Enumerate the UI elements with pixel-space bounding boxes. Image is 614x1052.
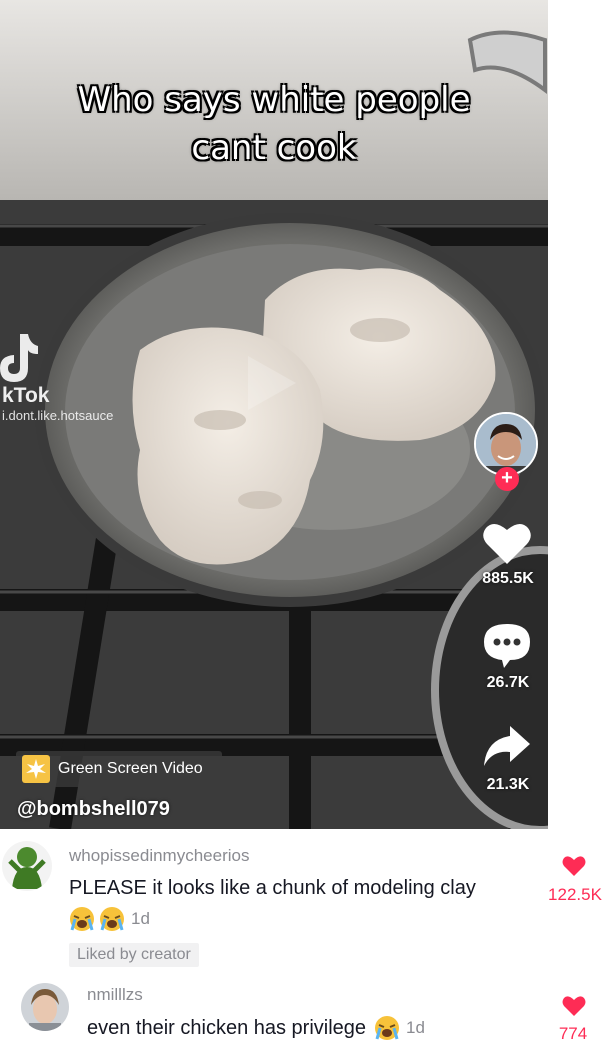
follow-button[interactable]: + [495,467,519,491]
tiktok-logo-icon [0,334,38,382]
liked-by-creator-badge: Liked by creator [69,943,199,967]
green-screen-effect-icon [22,755,50,783]
watermark-username: i.dont.like.hotsauce [2,408,114,423]
effect-label: Green Screen Video [58,760,203,777]
comments-section: whopissedinmycheerios PLEASE it looks li… [0,829,614,1052]
loudly-crying-face-icon [70,907,94,931]
comment-username[interactable]: whopissedinmycheerios [69,846,249,866]
commenter-avatar-image [2,841,52,891]
loudly-crying-face-icon [100,907,124,931]
video-player[interactable]: Who says white people cant cook kTok i.d… [0,0,548,829]
comment-text: even their chicken has privilege [87,1016,367,1039]
loudly-crying-face-icon [375,1016,400,1040]
caption-line-1: Who says white people [77,80,471,120]
comment-body: even their chicken has privilege 1d [87,1015,425,1041]
comment-like-count: 122.5K [548,885,602,904]
share-count: 21.3K [486,776,530,793]
play-icon [248,356,296,410]
comment-count: 26.7K [486,674,530,691]
comment-username[interactable]: nmilllzs [87,985,143,1005]
commenter-avatar[interactable] [2,841,52,891]
commenter-avatar-image [21,983,69,1031]
heart-icon[interactable] [482,520,532,566]
comment-icon[interactable] [482,622,532,668]
effect-chip[interactable]: Green Screen Video [16,751,222,787]
creator-avatar-image [476,414,536,474]
comment-item: nmilllzs even their chicken has privileg… [0,977,614,1052]
share-icon[interactable] [482,722,532,768]
comment-like-count: 774 [558,1024,588,1043]
comment-heart-icon[interactable] [562,995,586,1017]
video-caption: Who says white people cant cook [0,76,548,172]
comment-heart-icon[interactable] [562,855,586,877]
comment-time: 1d [406,1018,425,1037]
watermark-brand: kTok [2,384,50,407]
comment-time: 1d [131,909,150,928]
like-count: 885.5K [482,570,534,587]
caption-line-2: cant cook [191,128,357,168]
comment-meta: 1d [69,906,150,932]
comment-item: whopissedinmycheerios PLEASE it looks li… [0,829,614,969]
comment-text: PLEASE it looks like a chunk of modeling… [69,877,476,899]
commenter-avatar[interactable] [21,983,69,1031]
author-username[interactable]: @bombshell079 [17,798,170,821]
